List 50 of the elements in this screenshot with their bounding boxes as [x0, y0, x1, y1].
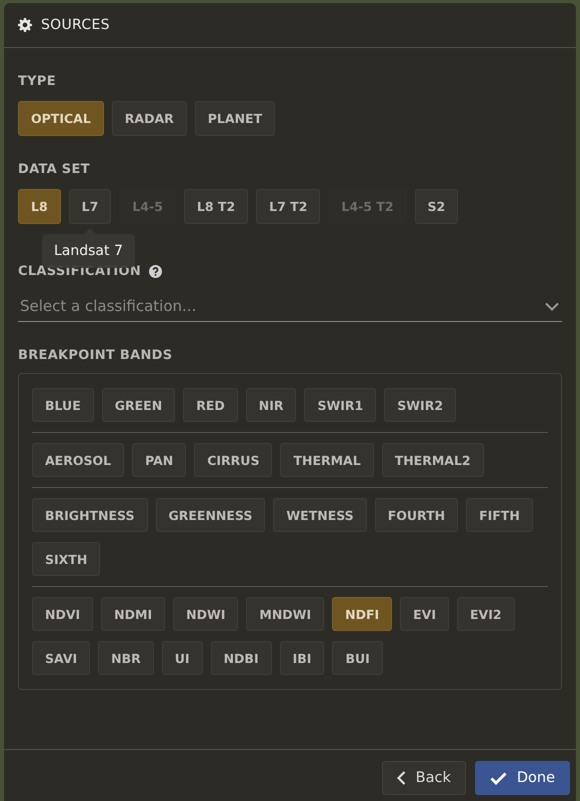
band-toggle[interactable]: NDFI [332, 597, 392, 631]
help-icon [149, 265, 162, 278]
band-toggle[interactable]: RED [183, 388, 238, 422]
dataset-toggle[interactable]: L8 T2 [184, 189, 248, 224]
classification-select[interactable]: Select a classification... [18, 291, 562, 322]
band-toggle[interactable]: THERMAL [280, 443, 374, 477]
band-toggle[interactable]: BLUE [32, 388, 94, 422]
band-toggle[interactable]: IBI [280, 641, 324, 675]
band-toggle[interactable]: GREENNESS [156, 498, 266, 532]
checkmark-icon [490, 772, 507, 784]
band-toggle[interactable]: WETNESS [273, 498, 367, 532]
band-toggle[interactable]: NIR [246, 388, 296, 422]
band-toggle[interactable]: EVI [400, 597, 450, 631]
band-toggle[interactable]: SAVI [32, 641, 90, 675]
band-toggle[interactable]: NDVI [32, 597, 94, 631]
band-toggle[interactable]: NDWI [173, 597, 238, 631]
band-toggle[interactable]: BUI [332, 641, 383, 675]
back-button[interactable]: Back [382, 761, 466, 795]
section-label: TYPE [18, 74, 57, 89]
band-toggle[interactable]: AEROSOL [32, 443, 124, 477]
type-toggle[interactable]: PLANET [194, 101, 276, 136]
dataset-toggle[interactable]: L7 [68, 189, 112, 224]
section-label: DATA SET [18, 162, 91, 177]
band-toggle[interactable]: NDBI [210, 641, 272, 675]
band-toggle[interactable]: SIXTH [32, 542, 100, 576]
type-toggle[interactable]: RADAR [112, 101, 187, 136]
band-toggle[interactable]: GREEN [102, 388, 176, 422]
band-toggle[interactable]: FOURTH [374, 498, 458, 532]
band-toggle[interactable]: MNDWI [246, 597, 324, 631]
panel-title: SOURCES [41, 17, 110, 33]
band-toggle[interactable]: THERMAL2 [382, 443, 484, 477]
band-toggle[interactable]: SWIR2 [384, 388, 456, 422]
band-toggle[interactable]: UI [162, 641, 203, 675]
done-button[interactable]: Done [474, 761, 570, 795]
chevron-down-icon [545, 302, 559, 311]
dataset-toggle[interactable]: L8 [18, 189, 61, 224]
band-toggle[interactable]: SWIR1 [304, 388, 376, 422]
band-toggle[interactable]: FIFTH [466, 498, 533, 532]
chevron-left-icon [396, 771, 406, 785]
type-toggle[interactable]: OPTICAL [18, 101, 104, 136]
band-toggle[interactable]: BRIGHTNESS [32, 498, 148, 532]
band-toggle[interactable]: NDMI [101, 597, 166, 631]
section-label: BREAKPOINT BANDS [18, 348, 174, 363]
gear-icon [18, 18, 32, 32]
band-toggle[interactable]: EVI2 [457, 597, 515, 631]
band-toggle[interactable]: PAN [132, 443, 186, 477]
dataset-toggle[interactable]: L7 T2 [256, 189, 320, 224]
dataset-toggle[interactable]: S2 [414, 189, 458, 224]
band-toggle[interactable]: NBR [98, 641, 154, 675]
band-toggle[interactable]: CIRRUS [194, 443, 272, 477]
